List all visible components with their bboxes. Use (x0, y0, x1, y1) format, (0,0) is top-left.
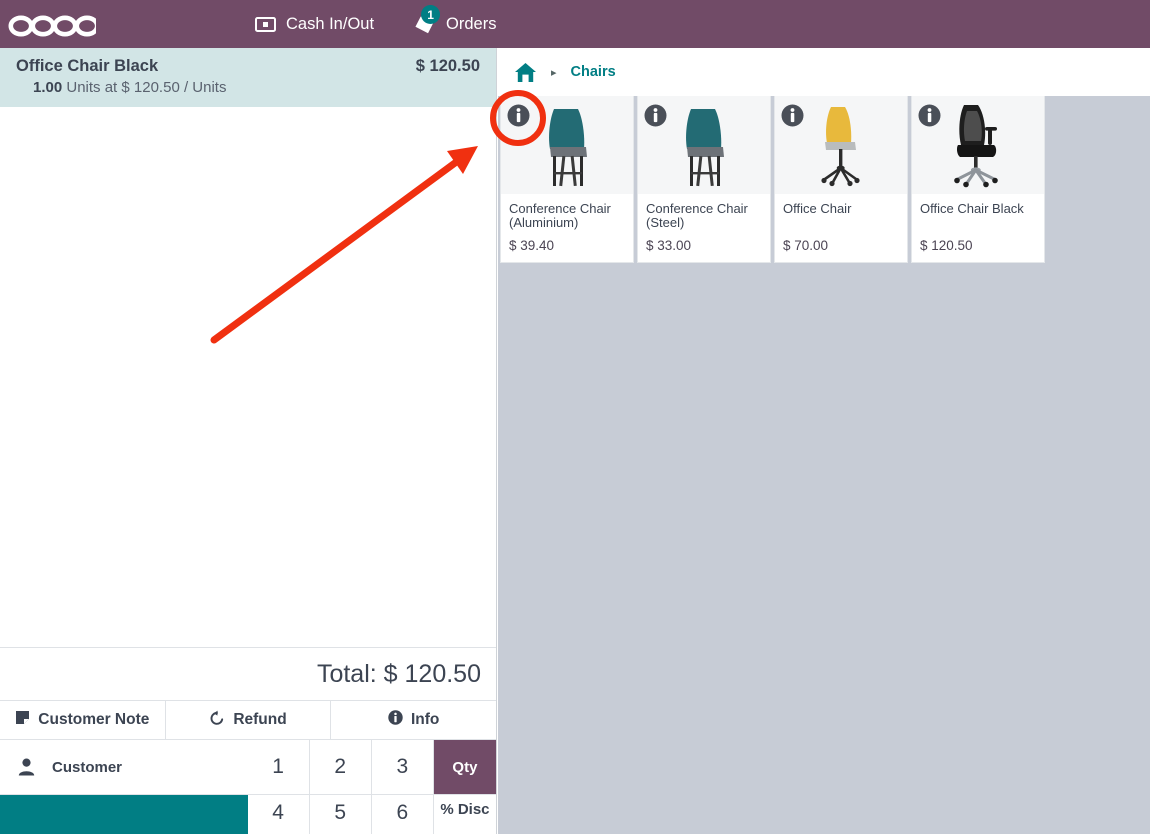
breadcrumb-current-category[interactable]: Chairs (571, 64, 616, 80)
product-price: $ 120.50 (920, 238, 973, 253)
order-total: Total: $ 120.50 (0, 647, 496, 700)
person-icon (0, 758, 52, 776)
info-label: Info (410, 711, 440, 728)
product-image (501, 96, 633, 194)
product-price: $ 33.00 (646, 238, 692, 253)
product-card[interactable]: Office Chair $ 70.00 (774, 96, 908, 263)
numpad-mode-discount[interactable]: % Disc (433, 795, 496, 834)
note-icon (15, 710, 30, 730)
numpad: 1 2 3 Qty 4 5 6 % Disc (247, 740, 496, 834)
product-panel: ▸ Chairs Conference Chair (Aluminium) $ … (498, 48, 1150, 834)
orders-label: Orders (446, 14, 497, 33)
refund-icon (209, 710, 225, 731)
product-name: Office Chair Black (920, 201, 1024, 216)
orderline-detail: Units at $ 120.50 / Units (66, 79, 227, 96)
product-price: $ 39.40 (509, 238, 555, 253)
cash-in-out-label: Cash In/Out (286, 14, 375, 33)
orderline-selected[interactable]: Office Chair Black $ 120.50 1.00 Units a… (0, 48, 496, 107)
numpad-key-2[interactable]: 2 (309, 740, 372, 795)
orderline-product-name: Office Chair Black (16, 57, 159, 75)
info-icon[interactable] (918, 104, 941, 127)
refund-label: Refund (233, 711, 287, 728)
numpad-key-6[interactable]: 6 (371, 795, 434, 834)
customer-note-button[interactable]: Customer Note (0, 701, 166, 739)
pos-screen: Cash In/Out 1 Orders Office Chair Black … (0, 0, 1150, 834)
top-navbar: Cash In/Out 1 Orders (0, 0, 1150, 48)
order-panel: Office Chair Black $ 120.50 1.00 Units a… (0, 48, 497, 834)
numpad-key-4[interactable]: 4 (247, 795, 310, 834)
orderline-list: Office Chair Black $ 120.50 1.00 Units a… (0, 48, 496, 107)
order-action-bar: Customer Note Refund Info (0, 700, 497, 739)
product-name: Conference Chair (Aluminium) (509, 201, 611, 230)
product-card-body: Office Chair Black $ 120.50 (912, 194, 1044, 262)
product-card-body: Conference Chair (Aluminium) $ 39.40 (501, 194, 633, 262)
info-icon[interactable] (644, 104, 667, 127)
numpad-key-1[interactable]: 1 (247, 740, 310, 795)
orderline-qty: 1.00 (33, 79, 63, 96)
total-label: Total: (316, 659, 377, 688)
chair-illustration (821, 107, 860, 187)
product-price: $ 70.00 (783, 238, 829, 253)
pad-left-column: Customer (0, 740, 248, 834)
breadcrumb-separator: ▸ (551, 66, 557, 79)
product-card-body: Conference Chair (Steel) $ 33.00 (638, 194, 770, 262)
chair-illustration (549, 109, 587, 187)
banknote-icon (255, 16, 276, 32)
orderline-empty-area (0, 107, 496, 647)
product-card[interactable]: Conference Chair (Steel) $ 33.00 (637, 96, 771, 263)
refund-button[interactable]: Refund (165, 701, 332, 739)
info-icon[interactable] (507, 104, 530, 127)
product-card-body: Office Chair $ 70.00 (775, 194, 907, 262)
product-card[interactable]: Conference Chair (Aluminium) $ 39.40 (500, 96, 634, 263)
info-icon (388, 710, 403, 730)
product-name: Office Chair (783, 201, 852, 216)
customer-button[interactable]: Customer (0, 740, 248, 795)
chair-illustration (954, 105, 998, 188)
orders-count-badge: 1 (421, 5, 441, 24)
product-image (775, 96, 907, 194)
breadcrumb: ▸ Chairs (498, 48, 1150, 96)
orderline-price: $ 120.50 (415, 57, 480, 75)
chair-illustration (686, 109, 724, 187)
product-card[interactable]: Office Chair Black $ 120.50 (911, 96, 1045, 263)
customer-note-label: Customer Note (38, 711, 150, 728)
home-icon[interactable] (514, 62, 537, 83)
cash-in-out-button[interactable]: Cash In/Out (255, 0, 374, 48)
orders-button[interactable]: 1 Orders (412, 0, 496, 48)
customer-button-label: Customer (52, 758, 123, 776)
numpad-key-3[interactable]: 3 (371, 740, 434, 795)
product-grid: Conference Chair (Aluminium) $ 39.40 Con… (500, 96, 1045, 263)
product-name: Conference Chair (Steel) (646, 201, 748, 230)
topbar-actions: Cash In/Out 1 Orders (255, 0, 496, 48)
total-value: $ 120.50 (383, 659, 481, 688)
bottom-pad: Customer 1 2 3 Qty 4 5 6 % Disc (0, 739, 496, 834)
product-image (912, 96, 1044, 194)
payment-button[interactable] (0, 795, 248, 834)
numpad-key-5[interactable]: 5 (309, 795, 372, 834)
numpad-mode-qty[interactable]: Qty (433, 740, 496, 795)
info-button[interactable]: Info (331, 701, 497, 739)
info-icon[interactable] (781, 104, 804, 127)
odoo-logo[interactable] (8, 9, 96, 39)
product-image (638, 96, 770, 194)
